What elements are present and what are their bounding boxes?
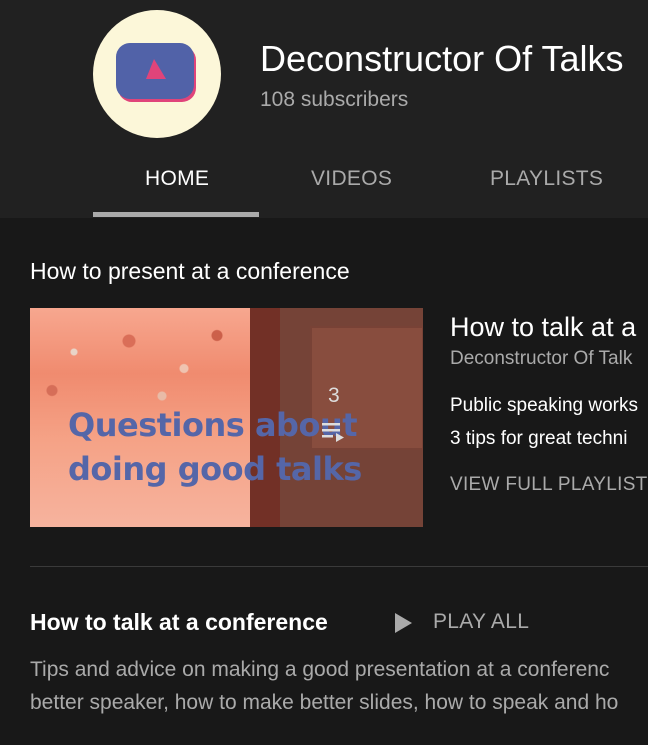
channel-title: Deconstructor Of Talks [260, 38, 624, 79]
playlist-thumbnail[interactable]: Questions about doing good talks 3 [30, 308, 423, 527]
playlist-video-item[interactable]: Public speaking works [450, 395, 638, 417]
tab-videos[interactable]: VIDEOS [311, 167, 392, 191]
channel-header: Deconstructor Of Talks 108 subscribers H… [0, 0, 648, 218]
shelf-description: Tips and advice on making a good present… [30, 653, 648, 719]
shelf-description-line2: better speaker, how to make better slide… [30, 691, 619, 714]
shelf-description-line1: Tips and advice on making a good present… [30, 658, 610, 681]
thumbnail-caption-line2: doing good talks [68, 450, 362, 488]
shelf-title[interactable]: How to talk at a conference [30, 609, 328, 636]
thumbnail-caption-line1: Questions about [68, 406, 358, 444]
playlist-video-count: 3 [328, 384, 340, 407]
section-title[interactable]: How to present at a conference [30, 258, 350, 285]
tab-playlists[interactable]: PLAYLISTS [490, 167, 603, 191]
tab-home[interactable]: HOME [145, 167, 209, 191]
playlist-icon [321, 420, 349, 449]
channel-logo [116, 43, 196, 102]
playlist-video-item[interactable]: 3 tips for great techni [450, 428, 627, 450]
view-full-playlist-link[interactable]: VIEW FULL PLAYLIST [450, 474, 648, 496]
active-tab-indicator [93, 212, 259, 217]
section-divider [30, 566, 648, 567]
play-all-label: PLAY ALL [433, 610, 530, 633]
thumbnail-caption: Questions about doing good talks [68, 403, 408, 491]
playlist-title[interactable]: How to talk at a [450, 312, 636, 343]
play-icon [393, 612, 413, 639]
subscriber-count: 108 subscribers [260, 88, 409, 111]
play-logo-icon [116, 43, 194, 99]
channel-avatar[interactable] [93, 10, 221, 138]
playlist-channel[interactable]: Deconstructor Of Talk [450, 348, 632, 370]
